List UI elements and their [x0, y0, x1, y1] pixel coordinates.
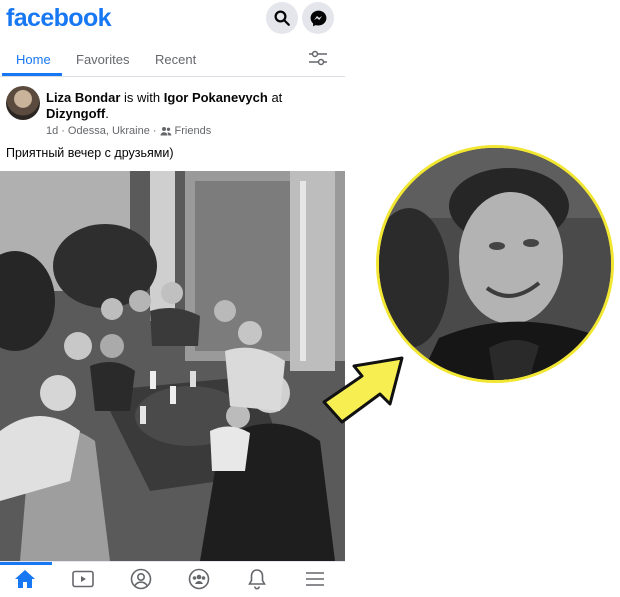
meta-separator: · — [61, 125, 65, 137]
active-tab-indicator — [2, 73, 62, 76]
facebook-app: facebook Home Favorites Recent Liza Bond… — [0, 0, 345, 597]
nav-profile[interactable] — [129, 568, 153, 590]
post-location[interactable]: Odessa, Ukraine — [68, 125, 150, 137]
filter-icon[interactable] — [308, 50, 328, 66]
bottom-navigation — [0, 561, 345, 597]
zoomed-face-illustration — [379, 148, 611, 380]
video-icon — [72, 570, 94, 588]
bell-icon — [248, 569, 266, 590]
tab-recent[interactable]: Recent — [155, 52, 196, 67]
tagged-person[interactable]: Igor Pokanevych — [164, 90, 268, 105]
friends-icon — [160, 127, 171, 136]
nav-menu[interactable] — [303, 568, 327, 590]
menu-icon — [306, 572, 324, 586]
facebook-logo[interactable]: facebook — [6, 4, 112, 33]
post-header-text: Liza Bondar is with Igor Pokanevych at D… — [46, 90, 283, 121]
post-time[interactable]: 1d — [46, 125, 58, 137]
tab-home[interactable]: Home — [16, 52, 51, 67]
search-button[interactable] — [266, 2, 298, 34]
nav-home[interactable] — [13, 568, 37, 590]
post-meta: 1d · Odessa, Ukraine · Friends — [46, 125, 211, 137]
feed-tabs: Home Favorites Recent — [0, 40, 345, 77]
pointer-arrow — [322, 356, 404, 424]
messenger-button[interactable] — [302, 2, 334, 34]
post-caption: Приятный вечер с друзьями) — [6, 146, 174, 160]
meta-separator: · — [152, 125, 157, 137]
author-name[interactable]: Liza Bondar — [46, 90, 120, 105]
place-name[interactable]: Dizyngoff — [46, 106, 105, 121]
groups-icon — [188, 568, 210, 590]
nav-groups[interactable] — [187, 568, 211, 590]
nav-notifications[interactable] — [245, 568, 269, 590]
nav-video[interactable] — [71, 568, 95, 590]
profile-icon — [130, 568, 152, 590]
group-photo-illustration — [0, 171, 345, 561]
messenger-icon — [310, 10, 326, 26]
at-text: at — [271, 90, 283, 105]
post-photo[interactable] — [0, 171, 345, 561]
zoomed-face-circle — [376, 145, 614, 383]
post-audience[interactable]: Friends — [175, 125, 212, 137]
active-nav-indicator — [0, 562, 52, 565]
with-text: is with — [124, 90, 161, 105]
search-icon — [274, 10, 290, 26]
author-avatar[interactable] — [6, 86, 40, 120]
tab-favorites[interactable]: Favorites — [76, 52, 129, 67]
home-icon — [15, 570, 35, 588]
